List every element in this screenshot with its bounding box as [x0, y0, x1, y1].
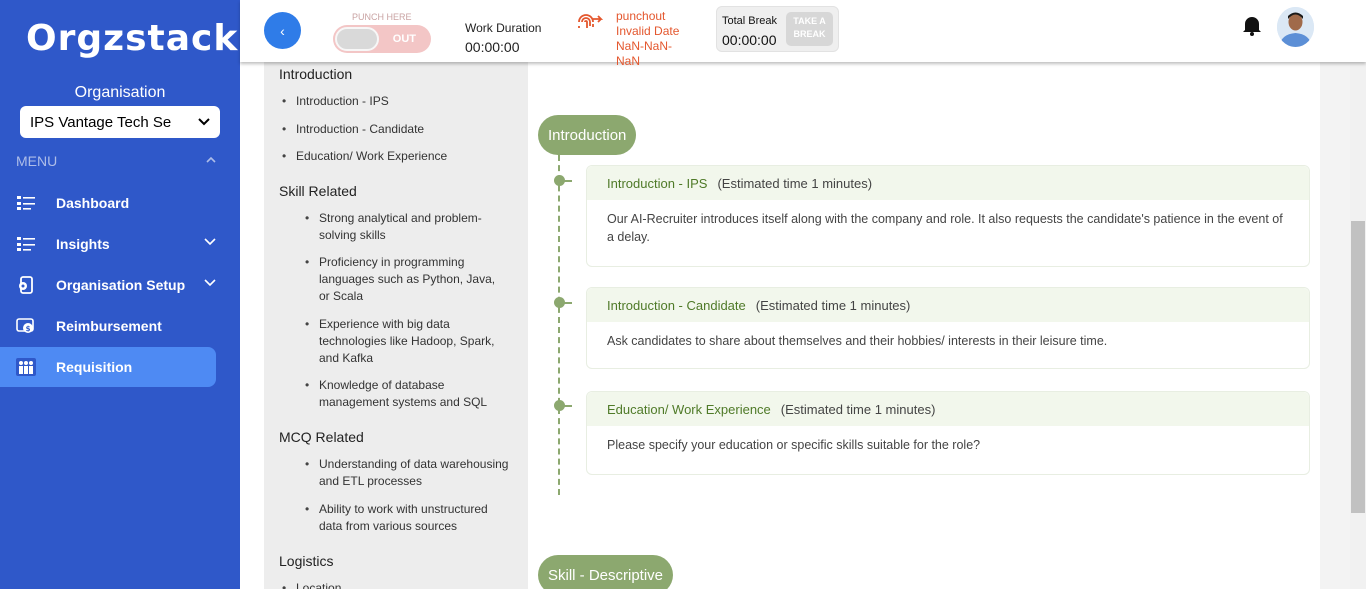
list-item[interactable]: Strong analytical and problem-solving sk…	[305, 210, 509, 244]
list-item[interactable]: Introduction - IPS	[282, 93, 516, 110]
card-estimate: (Estimated time 1 minutes)	[717, 175, 873, 191]
people-icon	[16, 357, 36, 377]
chevron-down-icon[interactable]	[204, 279, 216, 287]
chevron-down-icon	[198, 118, 210, 126]
right-gutter	[1320, 62, 1350, 589]
question-outline-panel: Introduction Introduction - IPS Introduc…	[264, 62, 528, 589]
list-icon	[16, 193, 36, 213]
app-logo: Orgzstack	[26, 18, 239, 59]
reimbursement-icon: $	[16, 316, 36, 336]
chevron-down-icon[interactable]	[204, 238, 216, 246]
sidebar-item-label: Reimbursement	[56, 318, 162, 334]
card-body: Our AI-Recruiter introduces itself along…	[607, 212, 1283, 244]
sidebar-item-reimbursement[interactable]: $ Reimbursement	[0, 306, 216, 346]
sidebar-item-label: Dashboard	[56, 195, 130, 211]
card-estimate: (Estimated time 1 minutes)	[755, 297, 911, 313]
card-body: Ask candidates to share about themselves…	[607, 334, 1108, 348]
total-break-panel: Total Break 00:00:00 TAKE A BREAK	[716, 6, 839, 52]
top-bar: ‹ PUNCH HERE OUT Work Duration 00:00:00 …	[240, 0, 1366, 68]
timeline-line	[558, 155, 560, 495]
sidebar-item-organisation-setup[interactable]: Organisation Setup	[0, 265, 216, 305]
fingerprint-icon	[578, 14, 603, 28]
list-icon	[16, 234, 36, 254]
list-item[interactable]: Experience with big data technologies li…	[305, 316, 509, 367]
card-title: Education/ Work Experience	[607, 401, 771, 417]
timeline-connector	[560, 302, 572, 304]
chevron-up-icon[interactable]	[206, 155, 216, 165]
menu-label: MENU	[16, 153, 58, 169]
list-item[interactable]: Understanding of data warehousing and ET…	[305, 456, 509, 490]
card-title: Introduction - Candidate	[607, 297, 746, 313]
list-item[interactable]: Education/ Work Experience	[282, 148, 516, 165]
chevron-left-icon: ‹	[280, 22, 285, 39]
list-item[interactable]: Introduction - Candidate	[282, 121, 516, 138]
toggle-knob	[335, 27, 379, 51]
section-title: Logistics	[279, 553, 334, 569]
question-card[interactable]: Introduction - IPS (Estimated time 1 min…	[586, 165, 1310, 267]
list-item[interactable]: Proficiency in programming languages suc…	[305, 254, 509, 305]
org-setup-icon	[16, 275, 36, 295]
organisation-select-value: IPS Vantage Tech Se	[30, 113, 172, 131]
sidebar-item-label: Organisation Setup	[56, 277, 186, 293]
card-body: Please specify your education or specifi…	[607, 438, 981, 452]
sidebar-item-label: Requisition	[56, 359, 133, 375]
total-break-title: Total Break	[722, 15, 778, 27]
card-header: Education/ Work Experience (Estimated ti…	[587, 392, 1309, 426]
bell-icon[interactable]	[1242, 14, 1262, 36]
avatar[interactable]	[1277, 7, 1314, 47]
work-duration-title: Work Duration	[465, 21, 542, 35]
card-estimate: (Estimated time 1 minutes)	[780, 401, 936, 417]
work-duration-value: 00:00:00	[465, 39, 520, 55]
punchout-date: Invalid Date	[616, 24, 680, 38]
section-pill-skill-descriptive: Skill - Descriptive	[538, 555, 674, 589]
total-break-value: 00:00:00	[722, 32, 777, 48]
punch-toggle-text: OUT	[392, 33, 416, 45]
section-pill-introduction: Introduction	[538, 115, 637, 155]
card-title: Introduction - IPS	[607, 175, 708, 191]
sidebar: Orgzstack Organisation IPS Vantage Tech …	[0, 0, 240, 589]
section-title: Skill Related	[279, 183, 357, 199]
list-item[interactable]: Location	[282, 580, 516, 589]
sidebar-item-requisition[interactable]: Requisition	[0, 347, 216, 387]
punchout-label: punchout	[616, 9, 666, 23]
section-title: MCQ Related	[279, 429, 364, 445]
punch-label: PUNCH HERE	[352, 12, 412, 22]
timeline-connector	[560, 405, 572, 407]
punch-toggle[interactable]: OUT	[333, 25, 431, 53]
punchout-nan: NaN-NaN-NaN	[616, 39, 673, 68]
timeline-connector	[560, 180, 572, 182]
sidebar-item-insights[interactable]: Insights	[0, 224, 216, 264]
list-item[interactable]: Ability to work with unstructured data f…	[305, 501, 509, 535]
sidebar-item-dashboard[interactable]: Dashboard	[0, 183, 216, 223]
scrollbar-thumb[interactable]	[1351, 221, 1365, 513]
take-break-button[interactable]: TAKE A BREAK	[786, 12, 833, 46]
organisation-select[interactable]: IPS Vantage Tech Se	[20, 106, 220, 138]
svg-text:$: $	[26, 325, 31, 333]
sidebar-item-label: Insights	[56, 236, 110, 252]
section-title: Introduction	[279, 66, 353, 82]
list-item[interactable]: Knowledge of database management systems…	[305, 377, 509, 411]
question-card[interactable]: Introduction - Candidate (Estimated time…	[586, 287, 1310, 369]
card-header: Introduction - Candidate (Estimated time…	[587, 288, 1309, 322]
card-header: Introduction - IPS (Estimated time 1 min…	[587, 166, 1309, 200]
punchout-info: punchout Invalid Date NaN-NaN-NaN	[616, 9, 696, 69]
organisation-title: Organisation	[74, 84, 166, 101]
question-card[interactable]: Education/ Work Experience (Estimated ti…	[586, 391, 1310, 475]
back-button[interactable]: ‹	[264, 12, 301, 49]
